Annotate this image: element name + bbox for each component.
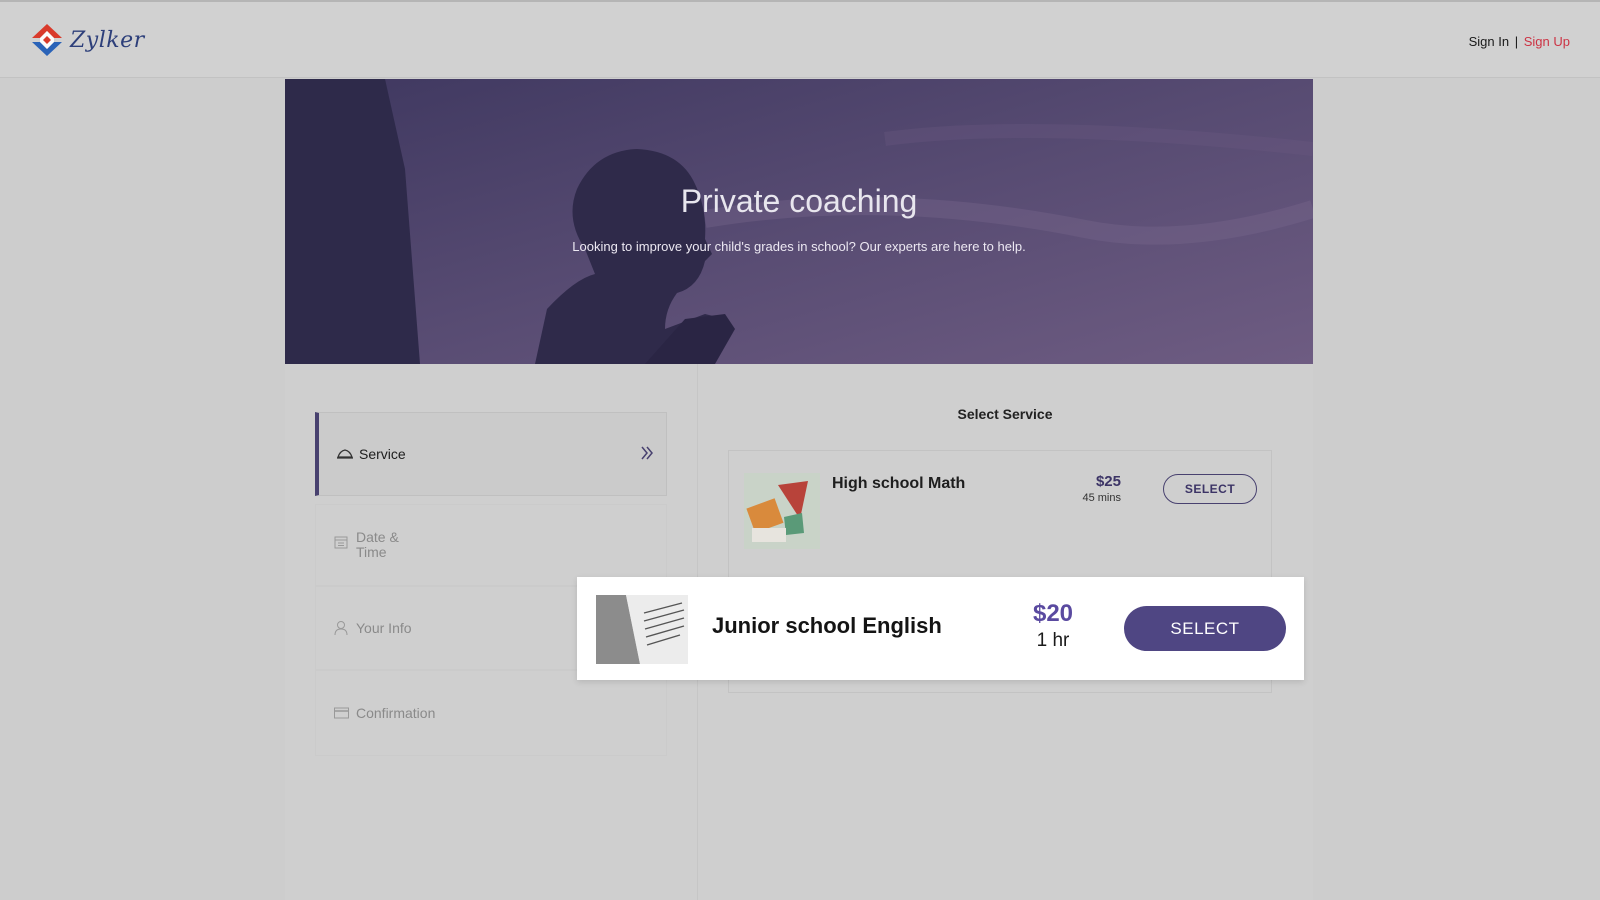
service-thumbnail bbox=[744, 473, 820, 549]
select-service-title: Select Service bbox=[957, 406, 1053, 422]
sign-in-link[interactable]: Sign In bbox=[1469, 34, 1509, 49]
auth-links: Sign In | Sign Up bbox=[1469, 34, 1570, 49]
hero-silhouette-image bbox=[285, 79, 1313, 364]
service-icon bbox=[337, 445, 355, 463]
select-button[interactable]: SELECT bbox=[1124, 606, 1286, 651]
service-item-junior-school-english: Junior school English $20 1 hr SELECT bbox=[577, 577, 1304, 680]
user-icon bbox=[334, 619, 352, 637]
service-thumbnail bbox=[596, 595, 688, 664]
logo-text: Zylker bbox=[70, 27, 145, 53]
calendar-icon bbox=[334, 533, 352, 551]
service-duration: 1 hr bbox=[1036, 630, 1070, 651]
hero-banner: Private coaching Looking to improve your… bbox=[285, 79, 1313, 364]
card-icon bbox=[334, 704, 352, 722]
step-label: Date & Time bbox=[356, 529, 399, 560]
service-price: $25 45 mins bbox=[1082, 473, 1121, 504]
step-label: Your Info bbox=[356, 619, 412, 636]
step-label: Service bbox=[359, 445, 406, 462]
top-header: Zylker Sign In | Sign Up bbox=[0, 0, 1600, 78]
service-item-high-school-math: High school Math $25 45 mins SELECT bbox=[729, 451, 1271, 575]
sign-up-link[interactable]: Sign Up bbox=[1524, 34, 1570, 49]
hero-subtitle: Looking to improve your child's grades i… bbox=[572, 239, 1026, 254]
step-date-time[interactable]: Date & Time bbox=[315, 504, 667, 586]
zylker-logo-icon bbox=[32, 24, 62, 56]
logo[interactable]: Zylker bbox=[30, 22, 145, 58]
step-service[interactable]: Service bbox=[315, 412, 667, 496]
booking-card: Private coaching Looking to improve your… bbox=[285, 79, 1313, 900]
step-confirmation[interactable]: Confirmation bbox=[315, 670, 667, 756]
service-name: Junior school English bbox=[712, 613, 942, 638]
service-price: $20 1 hr bbox=[1013, 601, 1093, 652]
chevron-double-right-icon bbox=[640, 445, 654, 464]
auth-separator: | bbox=[1514, 34, 1519, 49]
service-duration: 45 mins bbox=[1082, 492, 1121, 504]
select-button[interactable]: SELECT bbox=[1163, 474, 1257, 504]
price-amount: $20 bbox=[1032, 600, 1074, 627]
price-amount: $25 bbox=[1095, 473, 1121, 490]
hero-title: Private coaching bbox=[680, 183, 918, 219]
service-name: High school Math bbox=[832, 475, 966, 492]
step-label: Confirmation bbox=[356, 704, 436, 721]
